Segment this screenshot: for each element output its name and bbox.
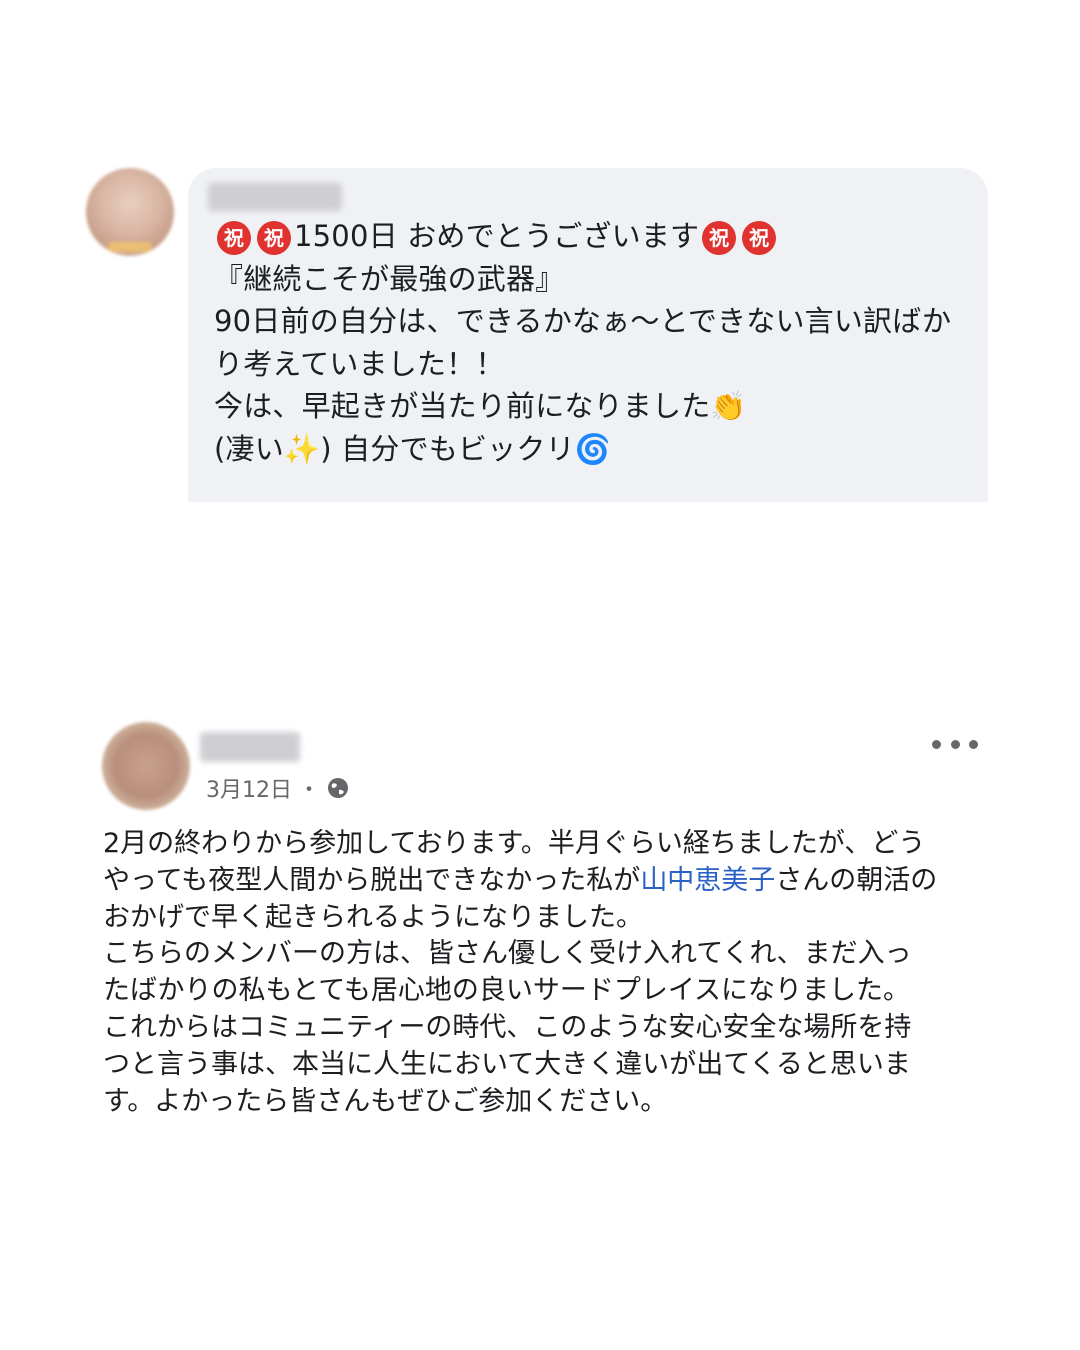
commenter-name-redacted[interactable] [208,183,342,211]
meta-separator: ・ [298,778,321,803]
post-line-5: たばかりの私もとても居心地の良いサードプレイスになりました。 [103,975,911,1007]
iwai-emoji-icon: 祝 [217,221,251,255]
comment-line-6-post: ) 自分でもビックリ [320,431,575,466]
comment-line-1: 祝祝 1500日 おめでとうございます祝祝 [214,215,974,258]
iwai-emoji-icon: 祝 [257,221,291,255]
post-line-1: 2月の終わりから参加しております。半月ぐらい経ちましたが、どう [103,828,926,859]
post-line-3: おかげで早く起きられるようになりました。 [103,901,643,933]
comment-line-1-text: 1500日 おめでとうございます [294,219,700,253]
post-body: 2月の終わりから参加しております。半月ぐらい経ちましたが、どう やっても夜型人間… [103,826,1003,1120]
comment-line-6: (凄い✨) 自分でもビックリ🌀 [214,428,974,471]
post-line-2-pre: やっても夜型人間から脱出できなかった私が [103,864,641,896]
comment-line-5: 今は、早起きが当たり前になりました👏 [214,385,974,428]
comment-line-6-pre: (凄い [214,431,284,466]
post-line-2-post: さんの朝活の [775,864,938,896]
iwai-emoji-icon: 祝 [702,221,737,255]
comment-text: 祝祝 1500日 おめでとうございます祝祝 『継続こそが最強の武器』 90日前の自… [214,215,974,471]
cyclone-icon: 🌀 [574,431,612,466]
post-line-8: す。よかったら皆さんもぜひご参加ください。 [103,1085,668,1117]
post-line-6: これからはコミュニティーの時代、このような安心安全な場所を持 [103,1011,912,1043]
post-meta: 3月12日 ・ [206,772,350,804]
clapping-hands-icon: 👏 [710,389,747,424]
post-date[interactable]: 3月12日 [206,772,292,804]
post-line-2: やっても夜型人間から脱出できなかった私が山中恵美子さんの朝活の [103,863,1003,900]
post-line-7: つと言う事は、本当に人生において大きく違いが出てくると思いま [103,1048,911,1080]
comment-line-4: り考えていました！！ [214,346,505,381]
poster-name-redacted[interactable] [200,732,300,762]
comment-line-5-text: 今は、早起きが当たり前になりました [214,389,711,424]
iwai-emoji-icon: 祝 [742,221,777,255]
mention-link[interactable]: 山中恵美子 [640,865,775,896]
poster-avatar[interactable] [102,722,190,810]
globe-icon [328,778,349,798]
sparkles-icon: ✨ [283,431,321,466]
comment-line-3: 90日前の自分は、できるかなぁ〜とできない言い訳ばか [214,304,952,339]
more-options-icon[interactable] [932,730,978,758]
post-line-4: こちらのメンバーの方は、皆さん優しく受け入れてくれ、まだ入っ [103,938,912,970]
comment-line-2: 『継続こそが最強の武器』 [214,261,565,296]
commenter-avatar[interactable] [86,168,174,256]
